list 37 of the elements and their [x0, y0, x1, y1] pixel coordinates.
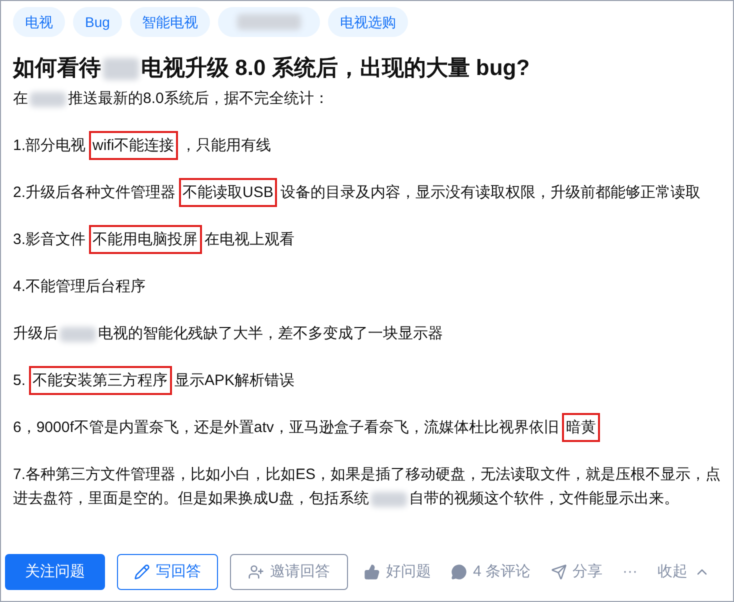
thumbs-up-icon: [364, 564, 380, 580]
write-answer-button[interactable]: 写回答: [117, 554, 218, 590]
paragraph-text: 1.部分电视: [13, 137, 86, 154]
pencil-icon: [134, 564, 150, 580]
question-title: 如何看待 电视升级 8.0 系统后，出现的大量 bug?: [13, 54, 531, 82]
tag[interactable]: Bug: [73, 7, 122, 37]
tag[interactable]: 电视选购: [328, 7, 408, 37]
invite-answer-button[interactable]: 邀请回答: [230, 554, 348, 590]
highlighted-text: 不能读取USB: [178, 178, 278, 207]
action-link[interactable]: 4 条评论: [447, 554, 535, 590]
paragraph-text: 设备的目录及内容，显示没有读取权限，升级前都能够正常读取: [280, 184, 700, 201]
highlighted-text: 不能用电脑投屏: [88, 225, 202, 254]
tag[interactable]: [218, 7, 320, 37]
more-button[interactable]: ···: [618, 554, 642, 590]
paragraph-text: 4.不能管理后台程序: [13, 277, 147, 297]
paragraph-text: 5.: [13, 372, 26, 389]
user-plus-icon: [248, 564, 264, 580]
tag[interactable]: 智能电视: [130, 7, 210, 37]
tag[interactable]: 电视: [13, 7, 65, 37]
paragraph-text: ，只能用有线: [181, 137, 272, 154]
highlighted-text: 不能安装第三方程序: [28, 366, 172, 395]
paragraph-text: 6，9000f不管是内置奈飞，还是外置atv，亚马逊盒子看奈飞，流媒体杜比视界依旧: [13, 419, 559, 436]
paragraph-text: 在 推送最新的8.0系统后，据不完全统计：: [13, 89, 330, 109]
send-icon: [550, 564, 567, 580]
action-link[interactable]: 好问题: [360, 554, 435, 590]
comment-icon: [451, 564, 467, 580]
paragraph-text: 显示APK解析错误: [174, 372, 295, 389]
paragraph-text: 升级后 电视的智能化残缺了大半，差不多变成了一块显示器: [13, 324, 444, 344]
highlighted-text: wifi不能连接: [88, 131, 178, 160]
action-link[interactable]: 分享: [546, 554, 607, 590]
paragraph-text: 2.升级后各种文件管理器: [13, 184, 176, 201]
paragraph-text: 在电视上观看: [204, 231, 295, 248]
highlighted-text: 暗黄: [562, 413, 600, 442]
paragraph-text: 3.影音文件: [13, 231, 86, 248]
paragraph-text: 7.各种第三方文件管理器，比如小白，比如ES，如果是插了移动硬盘，无法读取文件，就是压根不显示，点进去盘符，里面是空的。但是如果换成U盘，包括系统 自带的视频这个软件，文件能显示出来。: [13, 465, 722, 509]
action-link[interactable]: 收起: [654, 554, 714, 590]
follow-button[interactable]: 关注问题: [5, 554, 105, 590]
